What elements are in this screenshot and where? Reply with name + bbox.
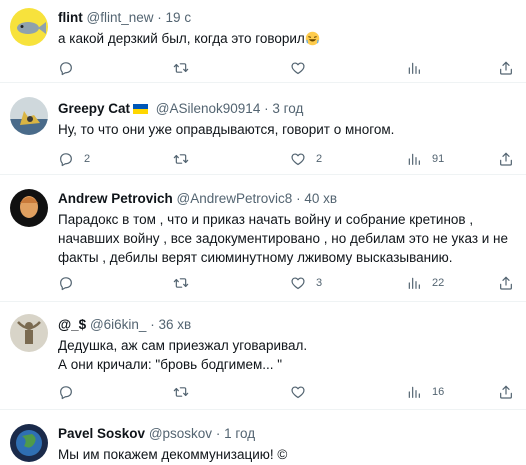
reply-count: 2 [84, 153, 91, 165]
tweet[interactable]: flint @flint_new · 19 с а какой дерзкий … [0, 0, 526, 83]
globe-icon [10, 424, 48, 462]
author-handle[interactable]: @flint_new [87, 10, 154, 25]
portrait-icon [10, 189, 48, 227]
retweet-icon [173, 151, 189, 167]
cat-icon [10, 97, 48, 135]
tweet-text: Дедушка, аж сам приезжал уговаривал. А о… [58, 336, 518, 374]
tweet[interactable]: @_$ @6i6kin_ · 36 хв Дедушка, аж сам при… [0, 302, 526, 410]
view-count: 22 [432, 277, 445, 289]
retweet-button[interactable] [173, 382, 199, 402]
share-icon [498, 60, 514, 76]
heart-icon [290, 275, 306, 291]
like-button[interactable] [290, 58, 316, 78]
separator: · [264, 101, 269, 116]
reply-icon [58, 60, 74, 76]
tweet-text: Парадокс в том , что и приказ начать вой… [58, 212, 509, 265]
timestamp[interactable]: 3 год [272, 101, 303, 116]
separator: · [157, 10, 162, 25]
reply-button[interactable]: 2 [58, 149, 90, 169]
views-icon [406, 60, 422, 76]
author-name[interactable]: Greepy Cat [58, 101, 130, 116]
reply-button[interactable] [58, 382, 84, 402]
reply-icon [58, 384, 74, 400]
retweet-icon [173, 60, 189, 76]
figure-icon [10, 314, 48, 352]
views-button[interactable]: 16 [406, 382, 444, 402]
avatar[interactable] [10, 97, 48, 135]
like-button[interactable]: 3 [290, 273, 322, 293]
retweet-icon [173, 275, 189, 291]
timestamp[interactable]: 36 хв [158, 317, 191, 332]
view-count: 91 [432, 153, 445, 165]
separator: · [215, 426, 221, 441]
views-icon [406, 275, 422, 291]
reply-icon [58, 151, 74, 167]
tweet-text: Мы им покажем декоммунизацию! © [58, 447, 288, 462]
reply-button[interactable] [58, 58, 84, 78]
tweet-text: Ну, то что они уже оправдываются, говори… [58, 122, 395, 137]
tweet[interactable]: Greepy Cat @ASilenok90914 · 3 год Ну, то… [0, 83, 526, 175]
reply-button[interactable] [58, 273, 84, 293]
fish-icon [10, 8, 48, 46]
like-button[interactable] [290, 382, 316, 402]
author-handle[interactable]: @6i6kin_ [90, 317, 147, 332]
heart-icon [290, 60, 306, 76]
views-button[interactable]: 22 [406, 273, 444, 293]
share-button[interactable] [498, 382, 514, 402]
like-button[interactable]: 2 [290, 149, 322, 169]
tweet-text: а какой дерзкий был, когда это говорил [58, 29, 518, 48]
share-button[interactable] [498, 58, 514, 78]
rolling-laughing-emoji-icon [305, 31, 320, 46]
share-icon [498, 384, 514, 400]
avatar[interactable] [10, 314, 48, 352]
retweet-icon [173, 384, 189, 400]
author-name[interactable]: flint [58, 10, 83, 25]
reply-icon [58, 275, 74, 291]
tweet-text-line: Дедушка, аж сам приезжал уговаривал. [58, 338, 308, 353]
author-handle[interactable]: @psoskov [149, 426, 212, 441]
author-name[interactable]: Pavel Soskov [58, 426, 145, 441]
views-icon [406, 384, 422, 400]
views-icon [406, 151, 422, 167]
views-button[interactable]: 91 [406, 149, 444, 169]
avatar[interactable] [10, 8, 48, 46]
tweet-text-line: А они кричали: "бровь бодгимем... " [58, 357, 283, 372]
share-icon [498, 151, 514, 167]
author-name[interactable]: Andrew Petrovich [58, 191, 173, 206]
timestamp[interactable]: 19 с [166, 10, 192, 25]
views-button[interactable] [406, 58, 432, 78]
like-count: 2 [316, 153, 323, 165]
heart-icon [290, 151, 306, 167]
share-icon [498, 275, 514, 291]
timestamp[interactable]: 40 хв [304, 191, 337, 206]
ukraine-flag-icon [133, 104, 149, 114]
author-handle[interactable]: @AndrewPetrovic8 [177, 191, 293, 206]
separator: · [150, 317, 155, 332]
tweet[interactable]: Pavel Soskov @psoskov · 1 год Мы им пока… [0, 410, 526, 465]
retweet-button[interactable] [173, 273, 199, 293]
avatar[interactable] [10, 424, 48, 462]
author-handle[interactable]: @ASilenok90914 [156, 101, 261, 116]
view-count: 16 [432, 386, 445, 398]
retweet-button[interactable] [173, 58, 199, 78]
like-count: 3 [316, 277, 323, 289]
author-name[interactable]: @_$ [58, 317, 86, 332]
share-button[interactable] [498, 149, 514, 169]
share-button[interactable] [498, 273, 514, 293]
retweet-button[interactable] [173, 149, 199, 169]
tweet-text-content: а какой дерзкий был, когда это говорил [58, 31, 305, 46]
timestamp[interactable]: 1 год [224, 426, 255, 441]
separator: · [296, 191, 301, 206]
tweet[interactable]: Andrew Petrovich @AndrewPetrovic8 · 40 х… [0, 175, 526, 302]
avatar[interactable] [10, 189, 48, 227]
heart-icon [290, 384, 306, 400]
